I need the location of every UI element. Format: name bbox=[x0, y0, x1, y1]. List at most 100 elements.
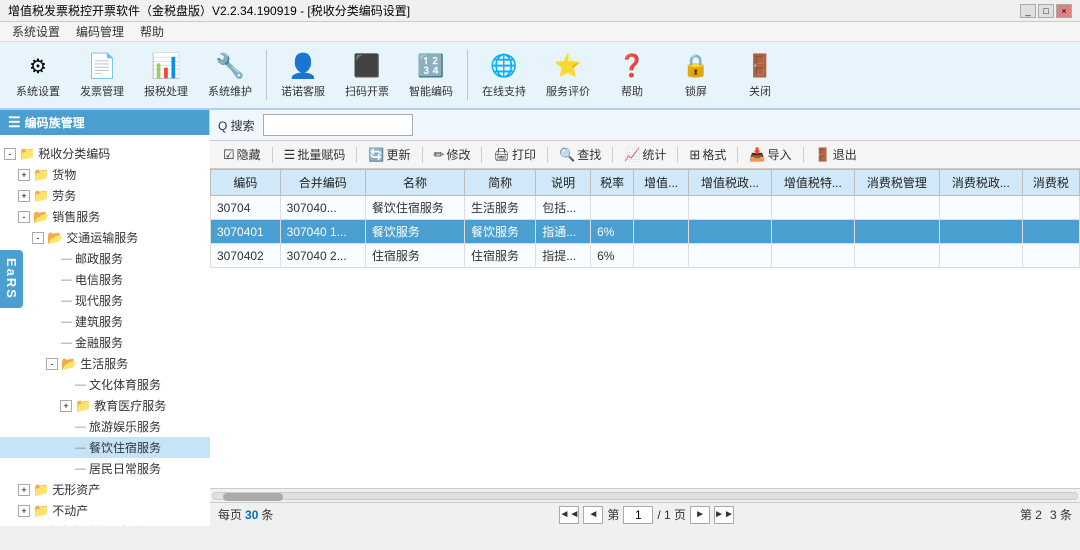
hide-button[interactable]: ☑ 隐藏 bbox=[218, 144, 266, 165]
toolbar-help[interactable]: ❓ 帮助 bbox=[602, 46, 662, 104]
scroll-thumb[interactable] bbox=[223, 493, 283, 501]
menu-help[interactable]: 帮助 bbox=[132, 21, 172, 42]
toolbar-online-support[interactable]: 🌐 在线支持 bbox=[474, 46, 534, 104]
page-2-label: 第 2 bbox=[1020, 506, 1042, 523]
tree-panel[interactable]: - 📁 税收分类编码 + 📁 货物 + 📁 劳务 bbox=[0, 135, 210, 526]
maximize-button[interactable]: □ bbox=[1038, 4, 1054, 18]
tree-item-labor[interactable]: + 📁 劳务 bbox=[0, 185, 210, 206]
folder-icon-intangible: 📁 bbox=[33, 482, 49, 498]
search-input[interactable] bbox=[263, 114, 413, 136]
tree-label-labor: 劳务 bbox=[52, 187, 76, 204]
toolbar-close[interactable]: 🚪 关闭 bbox=[730, 46, 790, 104]
tree-item-postal[interactable]: — 邮政服务 bbox=[0, 248, 210, 269]
import-button[interactable]: 📥 导入 bbox=[744, 144, 796, 165]
toolbar-scan-invoice[interactable]: ⬛ 扫码开票 bbox=[337, 46, 397, 104]
toolbar-service-rating[interactable]: ⭐ 服务评价 bbox=[538, 46, 598, 104]
sep8 bbox=[737, 147, 738, 163]
tree-item-finance[interactable]: — 金融服务 bbox=[0, 332, 210, 353]
stats-icon: 📈 bbox=[624, 147, 640, 163]
tree-item-restaurant[interactable]: — 餐饮住宿服务 bbox=[0, 437, 210, 458]
tree-item-education[interactable]: + 📁 教育医疗服务 bbox=[0, 395, 210, 416]
right-panel: Q 搜索 ☑ 隐藏 ☰ 批量赋码 🔄 更新 bbox=[210, 110, 1080, 526]
tree-item-goods[interactable]: + 📁 货物 bbox=[0, 164, 210, 185]
cell-name: 住宿服务 bbox=[365, 244, 464, 268]
tree-item-modern[interactable]: — 现代服务 bbox=[0, 290, 210, 311]
toolbar-customer-service[interactable]: 👤 诺诺客服 bbox=[273, 46, 333, 104]
folder-icon-root: 📁 bbox=[19, 146, 35, 162]
expand-icon-transport[interactable]: - bbox=[32, 232, 44, 244]
expand-icon-root[interactable]: - bbox=[4, 148, 16, 160]
tree-item-telecom[interactable]: — 电信服务 bbox=[0, 269, 210, 290]
tree-item-culture[interactable]: — 文化体育服务 bbox=[0, 374, 210, 395]
menu-system-settings[interactable]: 系统设置 bbox=[4, 21, 68, 42]
tree-item-transport[interactable]: - 📂 交通运输服务 bbox=[0, 227, 210, 248]
file-icon-construction: — bbox=[61, 316, 72, 328]
horizontal-scrollbar[interactable] bbox=[210, 488, 1080, 502]
col-header-vat: 增值... bbox=[634, 170, 689, 196]
tree-item-tourism[interactable]: — 旅游娱乐服务 bbox=[0, 416, 210, 437]
expand-icon-property[interactable]: + bbox=[18, 505, 30, 517]
exit-button[interactable]: 🚪 退出 bbox=[810, 144, 862, 165]
tree-label-construction: 建筑服务 bbox=[75, 313, 123, 330]
cell-desc: 指通... bbox=[536, 220, 591, 244]
toolbar-system-maintenance[interactable]: 🔧 系统维护 bbox=[200, 46, 260, 104]
cell-vat bbox=[634, 244, 689, 268]
minimize-button[interactable]: _ bbox=[1020, 4, 1036, 18]
lock-label: 锁屏 bbox=[685, 83, 707, 99]
expand-icon-education[interactable]: + bbox=[60, 400, 72, 412]
exit-icon: 🚪 bbox=[815, 147, 831, 163]
file-icon-culture: — bbox=[75, 379, 86, 391]
stats-button[interactable]: 📈 统计 bbox=[619, 144, 671, 165]
maintenance-icon: 🔧 bbox=[214, 51, 246, 81]
file-icon-no-sale: — bbox=[33, 526, 44, 527]
table-row[interactable]: 3070402 307040 2... 住宿服务 住宿服务 指提... 6% bbox=[211, 244, 1080, 268]
format-button[interactable]: ⊞ 格式 bbox=[684, 144, 731, 165]
cell-cons-mgmt bbox=[854, 196, 939, 220]
print-button[interactable]: 🖨 打印 bbox=[488, 144, 541, 165]
tree-item-sales-service[interactable]: - 📂 销售服务 bbox=[0, 206, 210, 227]
title-text: 增值税发票税控开票软件（金税盘版）V2.2.34.190919 - [税收分类编… bbox=[8, 2, 410, 19]
pagination: ◄◄ ◄ 第 / 1 页 ► ►► bbox=[559, 506, 734, 524]
next-page-button[interactable]: ► bbox=[690, 506, 710, 524]
service-rating-icon: ⭐ bbox=[552, 51, 584, 81]
tree-item-life-service[interactable]: - 📂 生活服务 bbox=[0, 353, 210, 374]
tree-item-resident[interactable]: — 居民日常服务 bbox=[0, 458, 210, 479]
toolbar-invoice-management[interactable]: 📄 发票管理 bbox=[72, 46, 132, 104]
expand-icon-goods[interactable]: + bbox=[18, 169, 30, 181]
per-page-selector: 每页 30 条 bbox=[218, 506, 273, 523]
tree-item-no-sale[interactable]: — 未发生销售行为的不征税项目 bbox=[0, 521, 210, 526]
toolbar-tax-processing[interactable]: 📊 报税处理 bbox=[136, 46, 196, 104]
side-tab-ears[interactable]: EaRS bbox=[0, 250, 23, 308]
cell-cons-mgmt bbox=[854, 220, 939, 244]
search-label: Q 搜索 bbox=[218, 117, 255, 134]
find-button[interactable]: 🔍 查找 bbox=[554, 144, 606, 165]
data-table-container[interactable]: 编码 合并编码 名称 简称 说明 税率 增值... 增值税政... 增值税特..… bbox=[210, 169, 1080, 488]
tree-item-construction[interactable]: — 建筑服务 bbox=[0, 311, 210, 332]
expand-icon-sales[interactable]: - bbox=[18, 211, 30, 223]
modify-button[interactable]: ✏ 修改 bbox=[429, 144, 476, 165]
toolbar-system-settings[interactable]: ⚙ 系统设置 bbox=[8, 46, 68, 104]
last-page-button[interactable]: ►► bbox=[714, 506, 734, 524]
smart-code-label: 智能编码 bbox=[409, 83, 453, 99]
tree-item-property[interactable]: + 📁 不动产 bbox=[0, 500, 210, 521]
tree-label-finance: 金融服务 bbox=[75, 334, 123, 351]
scroll-track[interactable] bbox=[212, 492, 1078, 500]
first-page-button[interactable]: ◄◄ bbox=[559, 506, 579, 524]
table-row[interactable]: 30704 307040... 餐饮住宿服务 生活服务 包括... bbox=[211, 196, 1080, 220]
expand-icon-life[interactable]: - bbox=[46, 358, 58, 370]
menu-code-management[interactable]: 编码管理 bbox=[68, 21, 132, 42]
page-label: 第 bbox=[607, 506, 619, 523]
batch-assign-button[interactable]: ☰ 批量赋码 bbox=[279, 144, 351, 165]
expand-icon-labor[interactable]: + bbox=[18, 190, 30, 202]
tree-label-property: 不动产 bbox=[52, 502, 88, 519]
toolbar-smart-code[interactable]: 🔢 智能编码 bbox=[401, 46, 461, 104]
update-button[interactable]: 🔄 更新 bbox=[363, 144, 415, 165]
table-row[interactable]: 3070401 307040 1... 餐饮服务 餐饮服务 指通... 6% bbox=[211, 220, 1080, 244]
close-window-button[interactable]: × bbox=[1056, 4, 1072, 18]
expand-icon-intangible[interactable]: + bbox=[18, 484, 30, 496]
tree-item-intangible[interactable]: + 📁 无形资产 bbox=[0, 479, 210, 500]
prev-page-button[interactable]: ◄ bbox=[583, 506, 603, 524]
page-number-input[interactable] bbox=[623, 506, 653, 524]
tree-item-root[interactable]: - 📁 税收分类编码 bbox=[0, 143, 210, 164]
toolbar-lock-screen[interactable]: 🔒 锁屏 bbox=[666, 46, 726, 104]
